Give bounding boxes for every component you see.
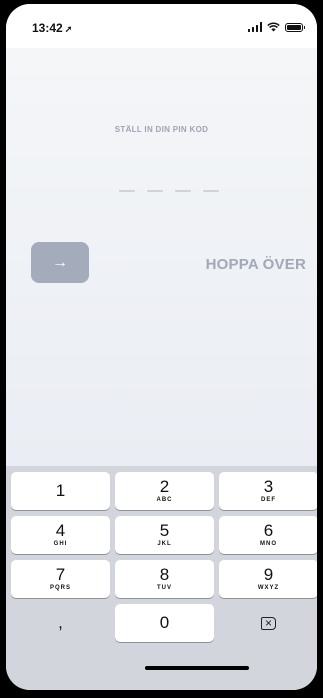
status-time-text: 13:42 xyxy=(32,21,63,35)
pin-digit-slot xyxy=(119,190,135,192)
status-bar: 13:42 ➚ xyxy=(6,4,317,48)
key-letters: JKL xyxy=(157,541,172,547)
key-5[interactable]: 5 JKL xyxy=(115,516,214,554)
key-letters: PQRS xyxy=(49,585,71,591)
key-digit: 1 xyxy=(55,481,66,500)
next-button[interactable]: → xyxy=(31,242,89,283)
pin-digit-slot xyxy=(175,190,191,192)
pin-digit-slot xyxy=(147,190,163,192)
key-digit: 4 xyxy=(55,521,66,540)
key-digit: 9 xyxy=(263,565,274,584)
key-digit: 6 xyxy=(263,521,274,540)
key-6[interactable]: 6 MNO xyxy=(219,516,317,554)
home-indicator[interactable] xyxy=(145,666,249,670)
skip-button[interactable]: HOPPA ÖVER xyxy=(206,256,306,273)
key-digit: , xyxy=(58,613,63,632)
pin-digit-slot xyxy=(203,190,219,192)
phone-screen: 13:42 ➚ STÄLL IN DIN PIN KOD → HOPPA ÖVER xyxy=(6,4,317,690)
key-letters: WXYZ xyxy=(257,585,280,591)
numeric-keypad: 1 2 ABC 3 DEF 4 GHI 5 JKL 6 MNO 7 PQRS 8… xyxy=(6,466,317,690)
key-comma[interactable]: , xyxy=(11,604,110,642)
pin-setup-screen: STÄLL IN DIN PIN KOD → HOPPA ÖVER xyxy=(6,48,317,466)
location-arrow-icon: ➚ xyxy=(64,24,73,34)
key-digit: 8 xyxy=(159,565,170,584)
status-time: 13:42 ➚ xyxy=(32,21,72,35)
key-9[interactable]: 9 WXYZ xyxy=(219,560,317,598)
key-letters: MNO xyxy=(260,541,277,547)
key-4[interactable]: 4 GHI xyxy=(11,516,110,554)
key-7[interactable]: 7 PQRS xyxy=(11,560,110,598)
delete-key[interactable]: × xyxy=(219,604,317,642)
key-8[interactable]: 8 TUV xyxy=(115,560,214,598)
backspace-icon: × xyxy=(260,616,276,630)
pin-input[interactable] xyxy=(119,190,219,192)
key-digit: 5 xyxy=(159,521,170,540)
key-0[interactable]: 0 xyxy=(115,604,214,642)
arrow-right-icon: → xyxy=(52,253,68,271)
status-icons xyxy=(247,22,305,32)
key-3[interactable]: 3 DEF xyxy=(219,472,317,510)
key-letters: TUV xyxy=(157,585,172,591)
pin-title: STÄLL IN DIN PIN KOD xyxy=(114,125,209,134)
key-letters: ABC xyxy=(156,497,173,503)
key-digit: 2 xyxy=(159,477,170,496)
key-2[interactable]: 2 ABC xyxy=(115,472,214,510)
battery-icon xyxy=(285,22,305,32)
wifi-icon xyxy=(267,22,280,32)
key-digit: 7 xyxy=(55,565,66,584)
key-letters: GHI xyxy=(53,541,68,547)
key-letters: DEF xyxy=(261,497,276,503)
key-digit: 0 xyxy=(159,613,170,632)
key-1[interactable]: 1 xyxy=(11,472,110,510)
signal-icon xyxy=(247,22,262,32)
key-digit: 3 xyxy=(263,477,274,496)
